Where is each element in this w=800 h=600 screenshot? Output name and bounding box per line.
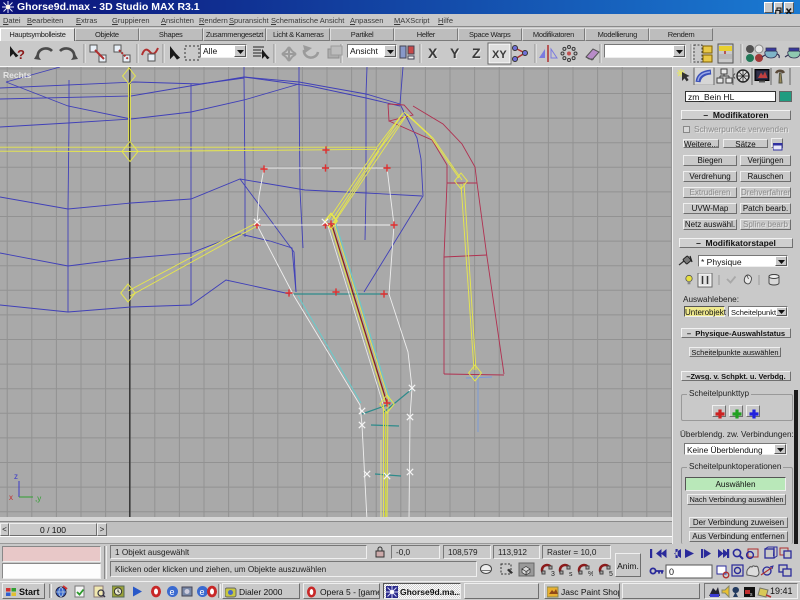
svg-text:e: e: [170, 587, 175, 597]
svg-text:x: x: [9, 493, 13, 502]
svg-text:?: ?: [17, 47, 25, 62]
svg-text:%: %: [588, 571, 593, 577]
svg-text:3: 3: [551, 571, 555, 577]
svg-text:Y: Y: [450, 45, 460, 61]
svg-text:z: z: [14, 472, 18, 481]
svg-text:Rechts: Rechts: [3, 70, 32, 80]
svg-text:0: 0: [669, 567, 674, 577]
svg-text:XY: XY: [492, 49, 507, 61]
svg-text:,y: ,y: [35, 494, 41, 503]
svg-text:s: s: [569, 571, 573, 577]
svg-text:Z: Z: [472, 45, 481, 61]
svg-text:X: X: [428, 45, 438, 61]
svg-text:e: e: [200, 587, 205, 597]
svg-text:5: 5: [609, 571, 613, 577]
